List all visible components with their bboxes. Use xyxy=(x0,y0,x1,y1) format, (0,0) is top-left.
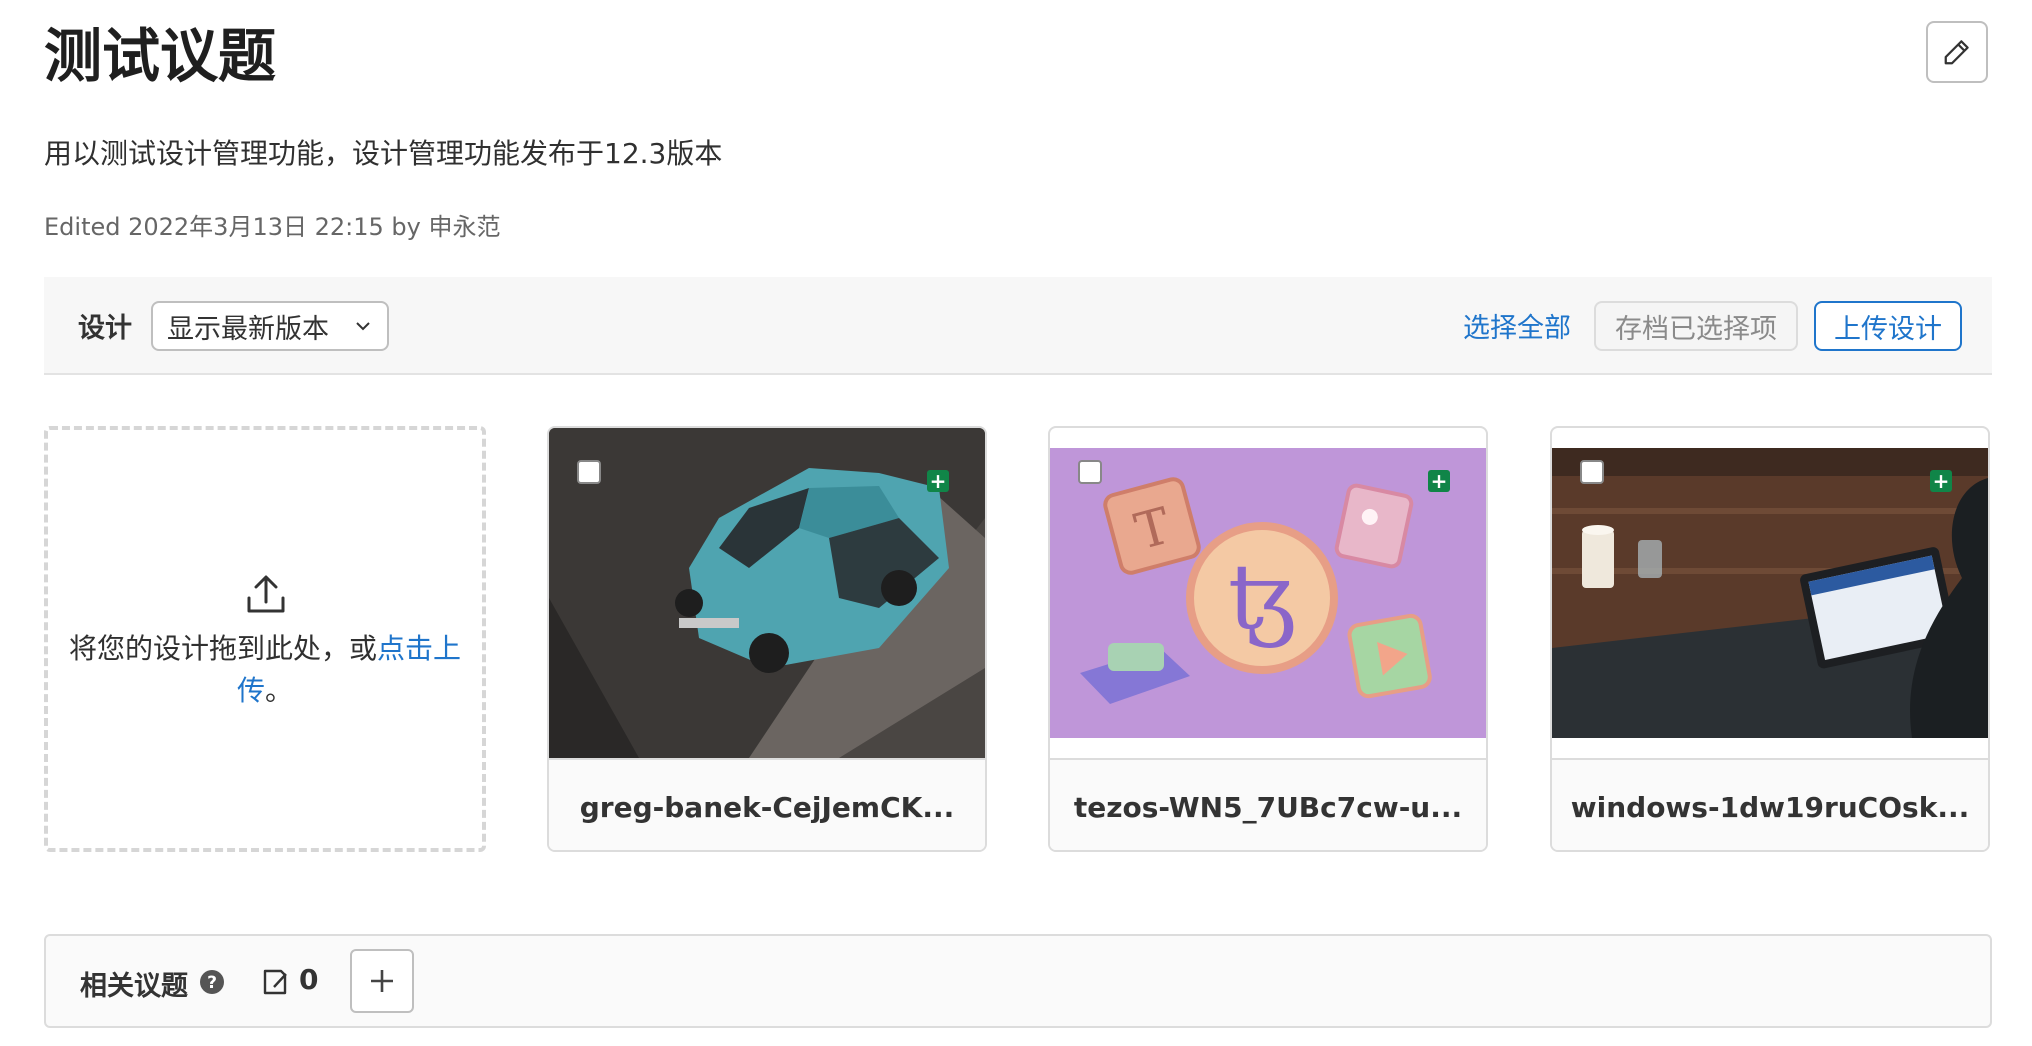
edited-info: Edited 2022年3月13日 22:15 by 申永范 xyxy=(44,213,501,241)
related-issues-bar: 相关议题 ? 0 xyxy=(44,934,1992,1028)
chevron-down-icon xyxy=(356,322,370,331)
dropzone-instruction: 将您的设计拖到此处，或 xyxy=(68,632,377,665)
svg-text:?: ? xyxy=(207,973,217,993)
related-issues-count: 0 xyxy=(299,963,319,996)
svg-text:ꜩ: ꜩ xyxy=(1228,545,1296,650)
design-filename: greg-banek-CejJemCK... xyxy=(549,758,985,850)
dropzone-text: 将您的设计拖到此处，或点击上传。 xyxy=(68,628,462,712)
design-checkbox[interactable] xyxy=(1078,460,1102,484)
related-issues-label: 相关议题 xyxy=(80,971,188,1002)
upload-designs-button[interactable]: 上传设计 xyxy=(1814,301,1962,351)
edit-issue-button[interactable] xyxy=(1926,21,1988,83)
issue-description: 用以测试设计管理功能，设计管理功能发布于12.3版本 xyxy=(44,137,723,170)
design-filename: windows-1dw19ruCOsk... xyxy=(1552,758,1988,850)
select-all-link[interactable]: 选择全部 xyxy=(1463,306,1571,345)
archive-selected-button[interactable]: 存档已选择项 xyxy=(1594,301,1798,351)
upload-icon xyxy=(247,575,285,613)
design-dropzone[interactable]: 将您的设计拖到此处，或点击上传。 xyxy=(44,426,486,852)
plus-square-icon: + xyxy=(1930,470,1952,492)
design-checkbox[interactable] xyxy=(577,460,601,484)
designs-toolbar: 设计 显示最新版本 选择全部 存档已选择项 上传设计 xyxy=(44,277,1992,375)
pencil-icon xyxy=(1944,40,1969,65)
design-filename: tezos-WN5_7UBc7cw-u... xyxy=(1050,758,1486,850)
issue-page: 测试议题 用以测试设计管理功能，设计管理功能发布于12.3版本 Edited 2… xyxy=(0,0,2032,1046)
plus-square-icon: + xyxy=(927,470,949,492)
design-thumbnail: T ꜩ xyxy=(1050,448,1486,738)
plus-square-icon: + xyxy=(1428,470,1450,492)
design-checkbox[interactable] xyxy=(1580,460,1604,484)
version-dropdown[interactable]: 显示最新版本 xyxy=(151,301,389,351)
design-card[interactable]: + greg-banek-CejJemCK... xyxy=(547,426,987,852)
issues-icon xyxy=(263,969,287,995)
design-card[interactable]: T ꜩ + tezos-WN5_7UBc7cw-u... xyxy=(1048,426,1488,852)
design-card[interactable]: + windows-1dw19ruCOsk... xyxy=(1550,426,1990,852)
plus-icon xyxy=(371,970,393,992)
question-circle-icon[interactable]: ? xyxy=(199,969,225,995)
design-thumbnail xyxy=(549,428,985,758)
issue-title: 测试议题 xyxy=(44,22,277,90)
dropzone-suffix: 。 xyxy=(265,674,294,707)
version-dropdown-label: 显示最新版本 xyxy=(167,313,329,345)
add-related-issue-button[interactable] xyxy=(350,949,414,1013)
design-thumbnail xyxy=(1552,448,1988,738)
designs-label: 设计 xyxy=(78,313,132,344)
